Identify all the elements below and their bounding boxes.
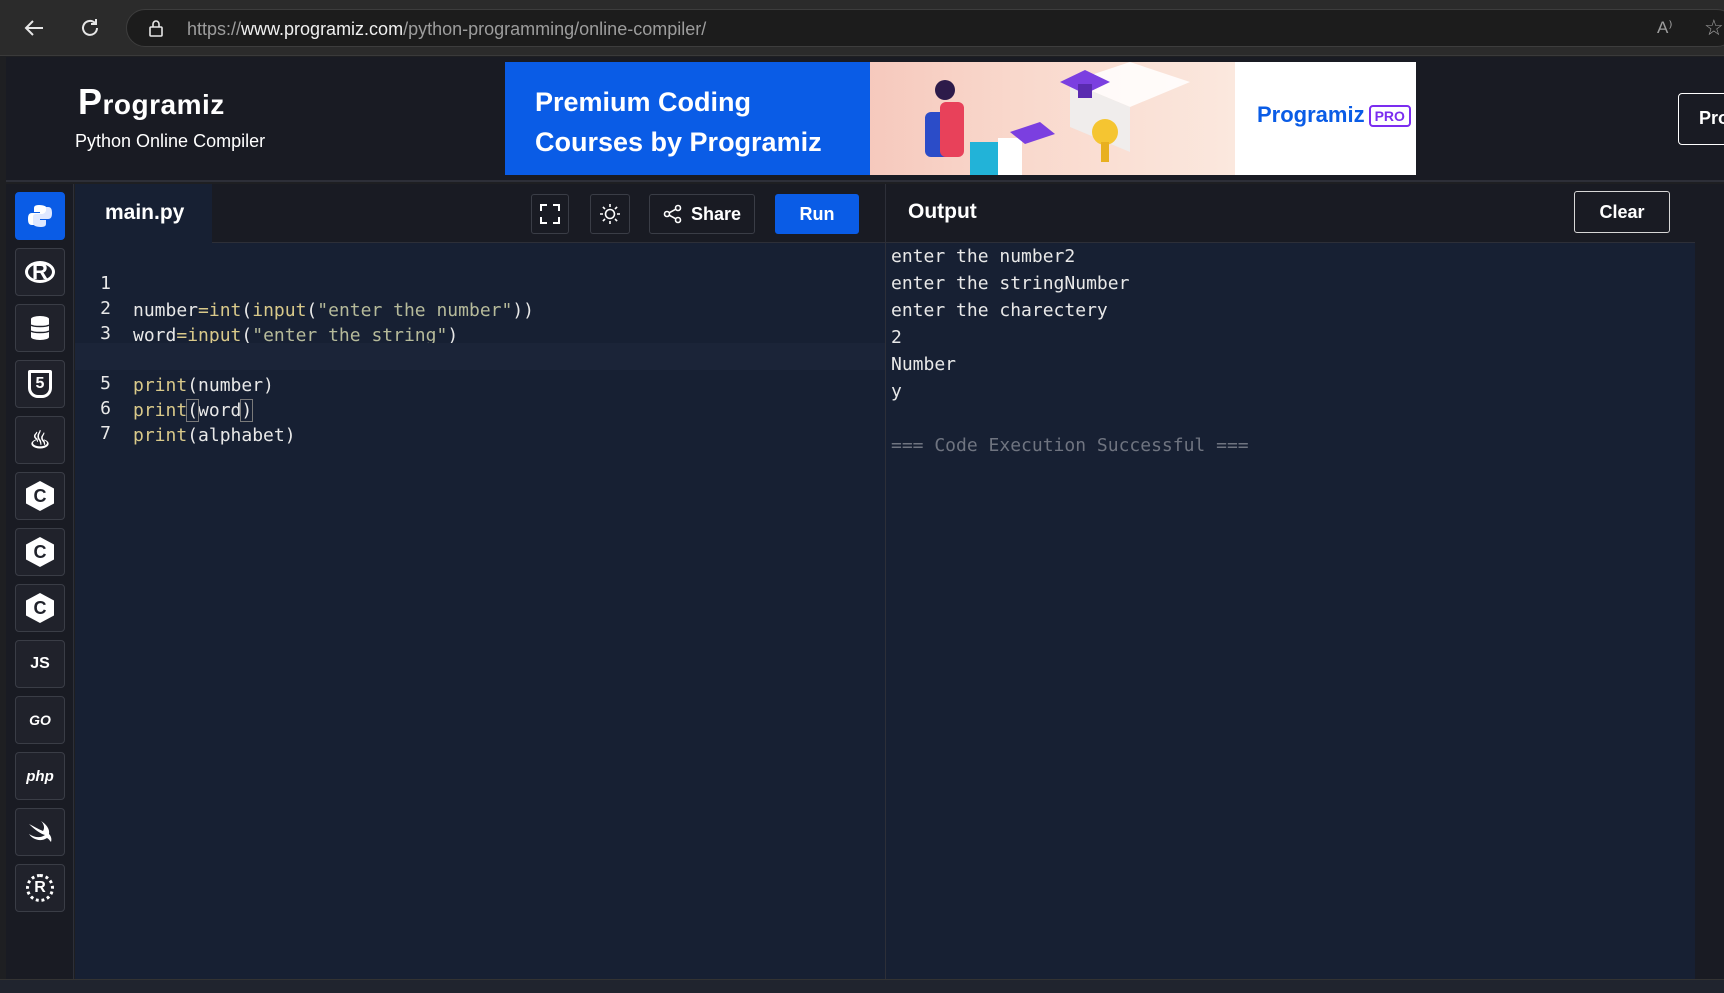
output-line: enter the stringNumber [891, 273, 1130, 294]
sidebar-item-python[interactable] [15, 192, 65, 240]
share-icon [663, 204, 682, 224]
back-arrow-icon[interactable] [18, 12, 50, 44]
code-line[interactable]: 7 [75, 393, 885, 444]
csharp-icon: C [26, 593, 54, 623]
code-line[interactable]: 2 word=input("enter the string") [75, 268, 885, 346]
sidebar-item-swift[interactable] [15, 808, 65, 856]
line-number: 7 [100, 423, 111, 444]
sidebar-item-java[interactable]: ♨ [15, 416, 65, 464]
sidebar-item-rust[interactable]: R [15, 864, 65, 912]
run-button[interactable]: Run [775, 194, 859, 234]
browser-toolbar: https://www.programiz.com/python-program… [0, 0, 1724, 56]
execution-status: === Code Execution Successful === [891, 435, 1249, 456]
sidebar-item-csharp[interactable]: C [15, 584, 65, 632]
java-icon: ♨ [29, 426, 51, 454]
code-area[interactable]: 1 number=int(input("enter the number")) … [75, 243, 885, 979]
code-line-active[interactable]: 5 print(word) [75, 343, 885, 422]
ad-banner[interactable]: Premium Coding Courses by Programiz Prog… [505, 62, 1416, 175]
fullscreen-icon [540, 204, 560, 224]
sun-icon [600, 204, 620, 224]
share-button[interactable]: Share [649, 194, 755, 234]
output-line: y [891, 381, 902, 402]
share-label: Share [690, 203, 742, 224]
programiz-logo[interactable]: Programiz [78, 81, 225, 123]
code-line[interactable]: 6 print(alphabet) [75, 368, 885, 446]
code-line[interactable]: 4 print(number) [75, 318, 885, 396]
address-bar[interactable]: https://www.programiz.com/python-program… [126, 9, 1724, 47]
editor-toolbar: main.py Share Run [75, 184, 885, 244]
banner-illustration [870, 62, 1235, 175]
cpp-icon: C [26, 537, 54, 567]
taskbar [0, 979, 1724, 993]
php-icon: php [26, 767, 54, 785]
banner-brand: Programiz PRO [1257, 102, 1411, 128]
banner-pro-badge: PRO [1368, 105, 1411, 128]
js-icon: JS [30, 655, 50, 672]
url-path: /python-programming/online-compiler/ [403, 19, 707, 39]
code-text: print(alphabet) [133, 425, 296, 446]
code-editor-pane: main.py Share Run 1 number=int(input("en… [75, 184, 885, 979]
clear-button[interactable]: Clear [1574, 191, 1670, 233]
language-sidebar: R 5 ♨ C C C JS GO php R [6, 184, 74, 979]
file-tab[interactable]: main.py [75, 184, 212, 244]
swift-icon [29, 821, 52, 842]
url-prefix: https:// [187, 19, 242, 39]
code-line[interactable]: 1 number=int(input("enter the number")) [75, 243, 885, 321]
read-aloud-icon[interactable]: A⁾ [1657, 18, 1673, 38]
sidebar-item-c[interactable]: C [15, 472, 65, 520]
output-line: enter the charectery [891, 300, 1108, 321]
url-domain: www.programiz.com [241, 19, 404, 39]
go-icon: GO [29, 712, 51, 728]
sidebar-item-cpp[interactable]: C [15, 528, 65, 576]
sidebar-item-r[interactable]: R [15, 248, 65, 296]
rust-icon: R [26, 874, 54, 902]
fullscreen-button[interactable] [531, 194, 569, 234]
python-icon [28, 205, 52, 227]
code-line[interactable]: 3 alphabet=input("enter the charecter") [75, 293, 885, 371]
sidebar-item-go[interactable]: GO [15, 696, 65, 744]
output-pane: Output Clear enter the number2 enter the… [885, 184, 1696, 979]
sidebar-item-sql[interactable] [15, 304, 65, 352]
banner-line-2: Courses by Programiz [535, 127, 822, 157]
reload-icon[interactable] [74, 12, 106, 44]
html-icon: 5 [28, 370, 52, 398]
sidebar-item-php[interactable]: php [15, 752, 65, 800]
sql-icon [30, 316, 50, 340]
output-line: Number [891, 354, 957, 375]
right-scroll-area [1695, 184, 1724, 979]
output-title: Output [908, 200, 977, 223]
page-subtitle: Python Online Compiler [75, 131, 266, 151]
output-line: 2 [891, 327, 902, 348]
lock-icon[interactable] [147, 19, 165, 37]
sidebar-item-html[interactable]: 5 [15, 360, 65, 408]
sidebar-item-js[interactable]: JS [15, 640, 65, 688]
output-console[interactable]: enter the number2 enter the stringNumber… [891, 243, 1691, 459]
url-text[interactable]: https://www.programiz.com/python-program… [187, 19, 706, 40]
banner-line-1: Premium Coding [535, 87, 752, 117]
favorite-star-icon[interactable]: ☆ [1704, 15, 1724, 41]
banner-brand-area: Programiz PRO [1235, 62, 1416, 175]
c-icon: C [26, 481, 54, 511]
site-header: Programiz Python Online Compiler Premium… [6, 57, 1724, 182]
pro-button[interactable]: Pro [1678, 93, 1724, 145]
r-icon: R [25, 259, 55, 284]
theme-toggle-button[interactable] [590, 194, 630, 234]
banner-text: Premium Coding Courses by Programiz [505, 62, 870, 175]
output-line: enter the number2 [891, 246, 1076, 267]
output-toolbar: Output Clear [886, 184, 1696, 243]
